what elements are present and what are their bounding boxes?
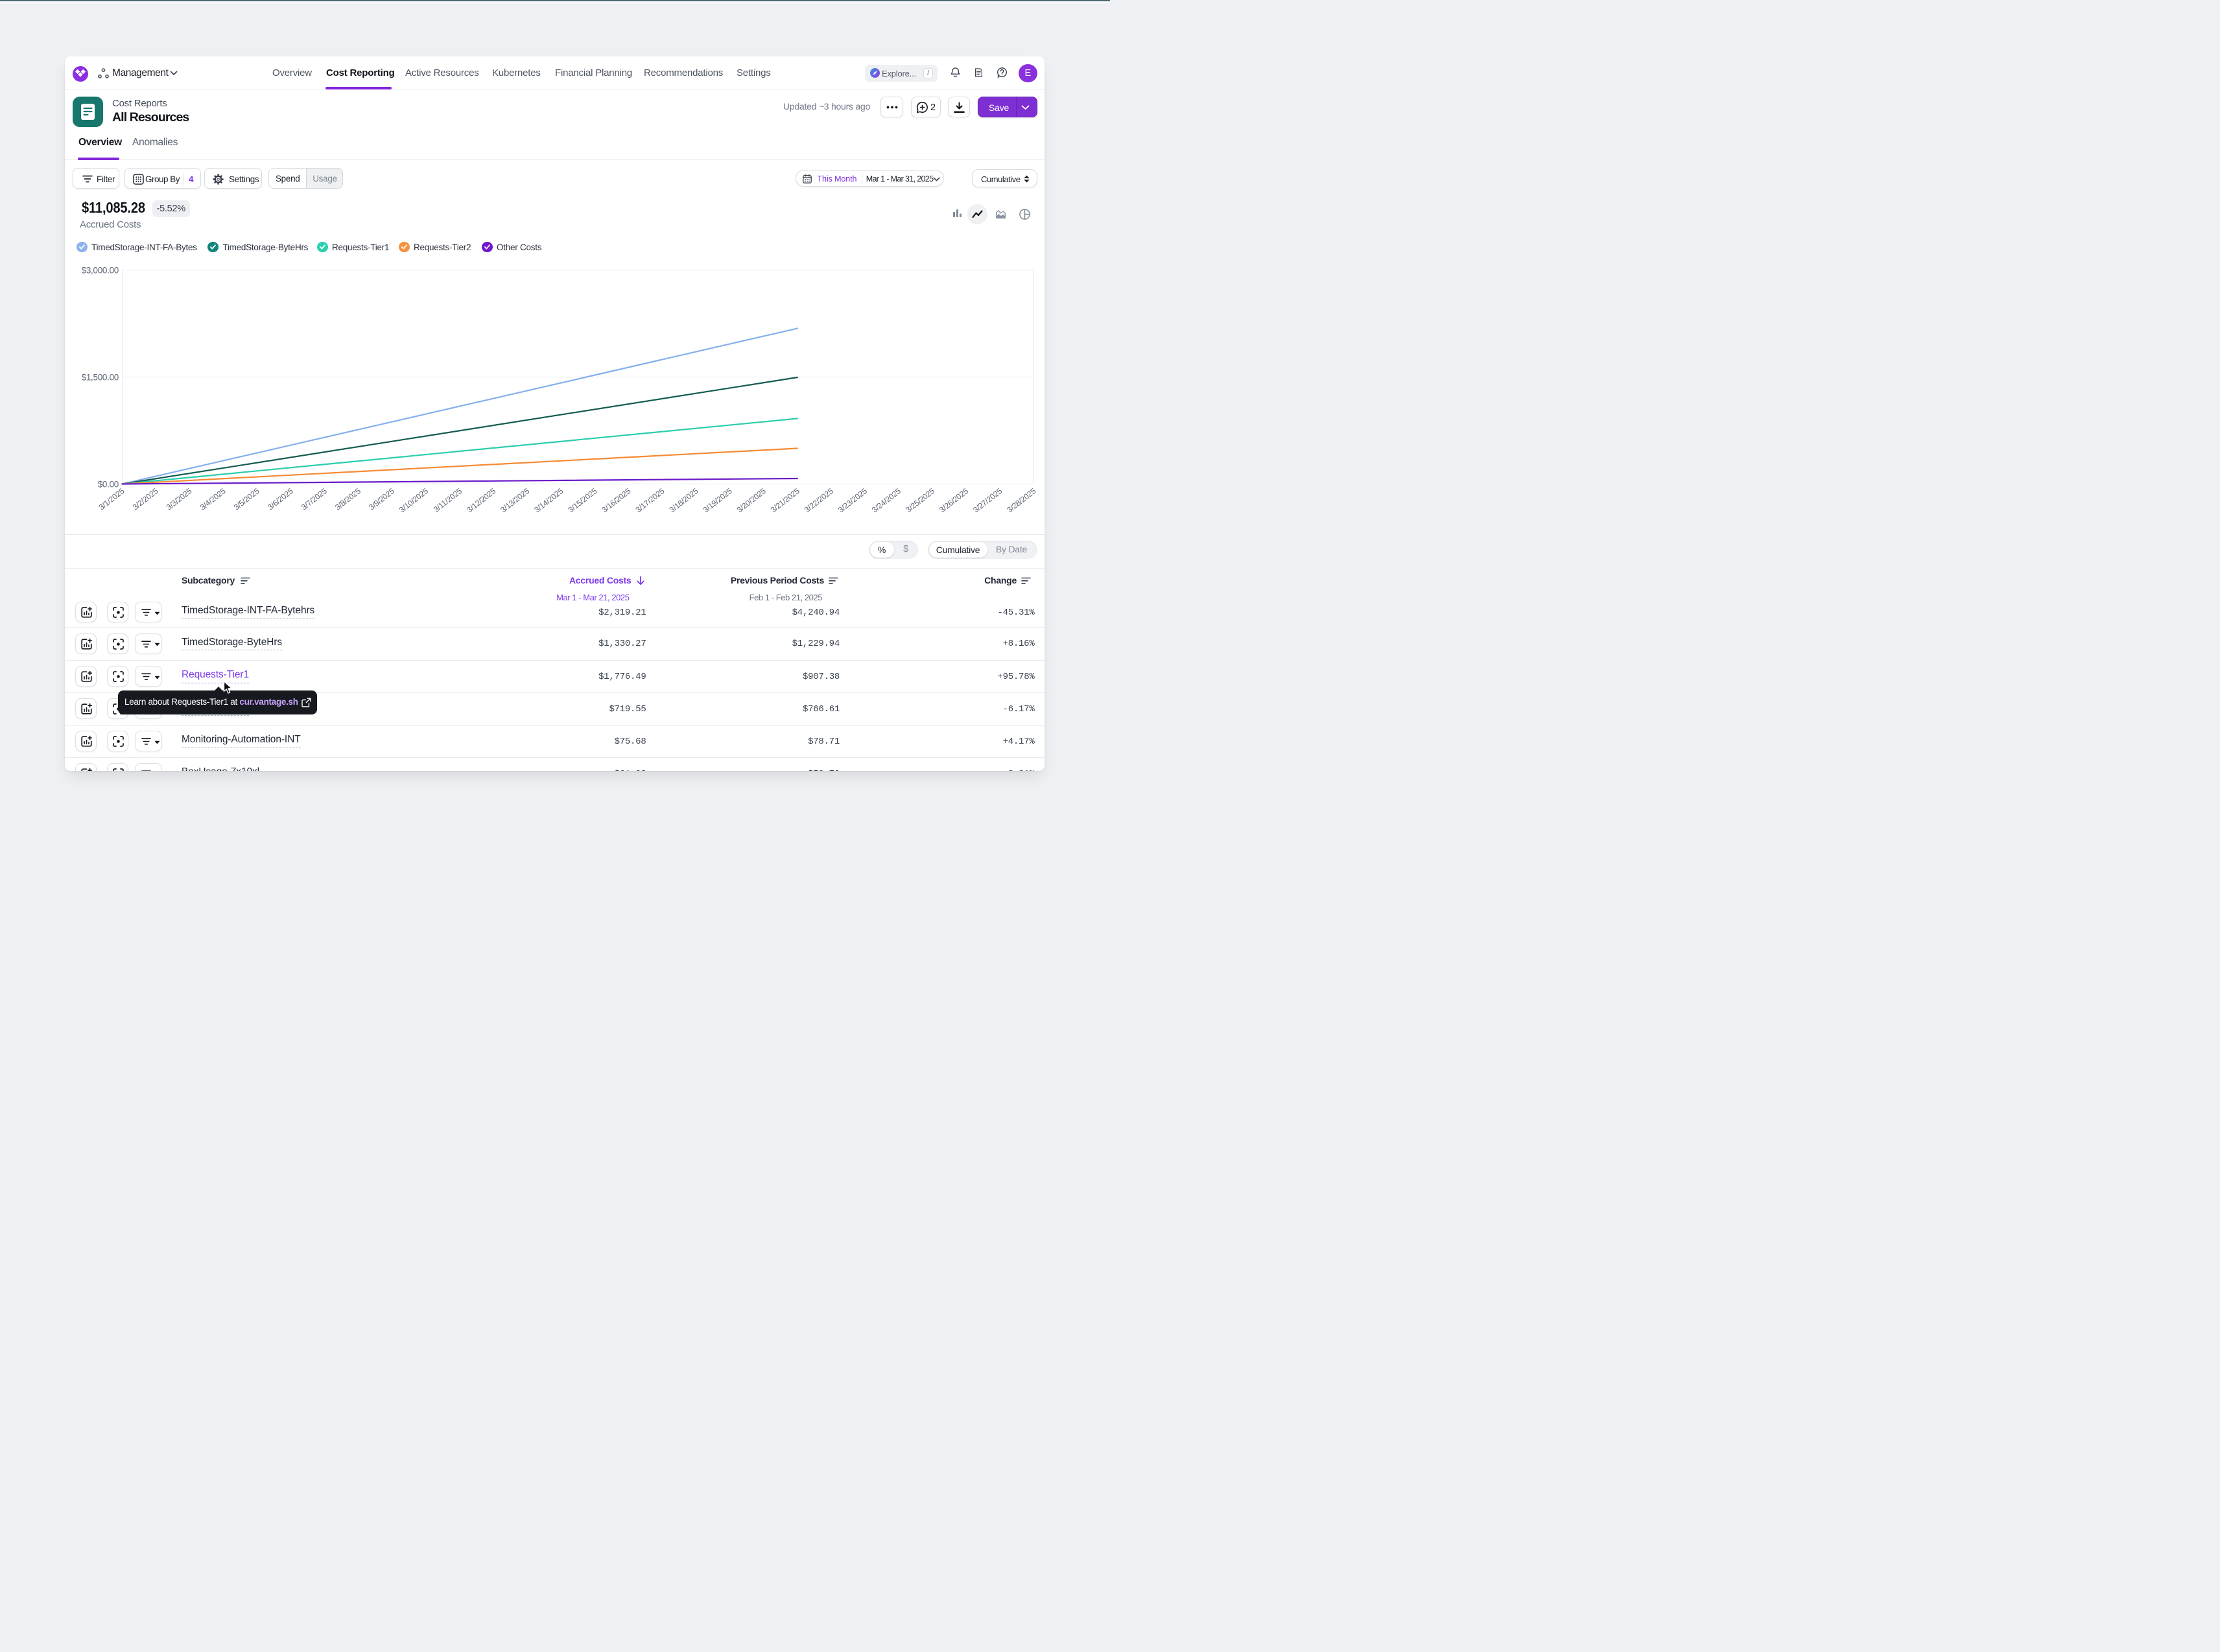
svg-text:3/15/2025: 3/15/2025 — [566, 486, 598, 515]
svg-text:3/14/2025: 3/14/2025 — [532, 486, 565, 515]
svg-text:3/9/2025: 3/9/2025 — [367, 486, 396, 512]
svg-text:3/13/2025: 3/13/2025 — [499, 486, 531, 515]
svg-text:3/28/2025: 3/28/2025 — [1005, 486, 1037, 515]
svg-text:$3,000.00: $3,000.00 — [82, 266, 119, 276]
svg-text:3/8/2025: 3/8/2025 — [333, 486, 362, 512]
svg-text:3/23/2025: 3/23/2025 — [836, 486, 869, 515]
svg-text:3/2/2025: 3/2/2025 — [131, 486, 160, 512]
svg-text:3/16/2025: 3/16/2025 — [600, 486, 632, 515]
svg-text:3/24/2025: 3/24/2025 — [870, 486, 903, 515]
svg-text:3/10/2025: 3/10/2025 — [397, 486, 430, 515]
svg-text:3/7/2025: 3/7/2025 — [300, 486, 329, 512]
svg-text:$1,500.00: $1,500.00 — [82, 373, 119, 383]
svg-text:3/5/2025: 3/5/2025 — [232, 486, 261, 512]
svg-text:3/21/2025: 3/21/2025 — [769, 486, 801, 515]
svg-text:3/19/2025: 3/19/2025 — [702, 486, 734, 515]
svg-text:3/27/2025: 3/27/2025 — [971, 486, 1004, 515]
svg-text:3/3/2025: 3/3/2025 — [165, 486, 194, 512]
svg-text:3/18/2025: 3/18/2025 — [668, 486, 700, 515]
svg-text:$0.00: $0.00 — [98, 480, 119, 490]
svg-text:3/22/2025: 3/22/2025 — [803, 486, 835, 515]
svg-text:3/17/2025: 3/17/2025 — [634, 486, 667, 515]
svg-text:3/11/2025: 3/11/2025 — [432, 486, 464, 514]
svg-text:3/12/2025: 3/12/2025 — [465, 486, 497, 515]
svg-text:3/6/2025: 3/6/2025 — [266, 486, 295, 512]
svg-text:3/25/2025: 3/25/2025 — [904, 486, 936, 515]
svg-text:3/26/2025: 3/26/2025 — [938, 486, 970, 515]
svg-text:3/20/2025: 3/20/2025 — [735, 486, 768, 515]
svg-text:3/1/2025: 3/1/2025 — [97, 486, 126, 512]
svg-text:3/4/2025: 3/4/2025 — [198, 486, 228, 512]
